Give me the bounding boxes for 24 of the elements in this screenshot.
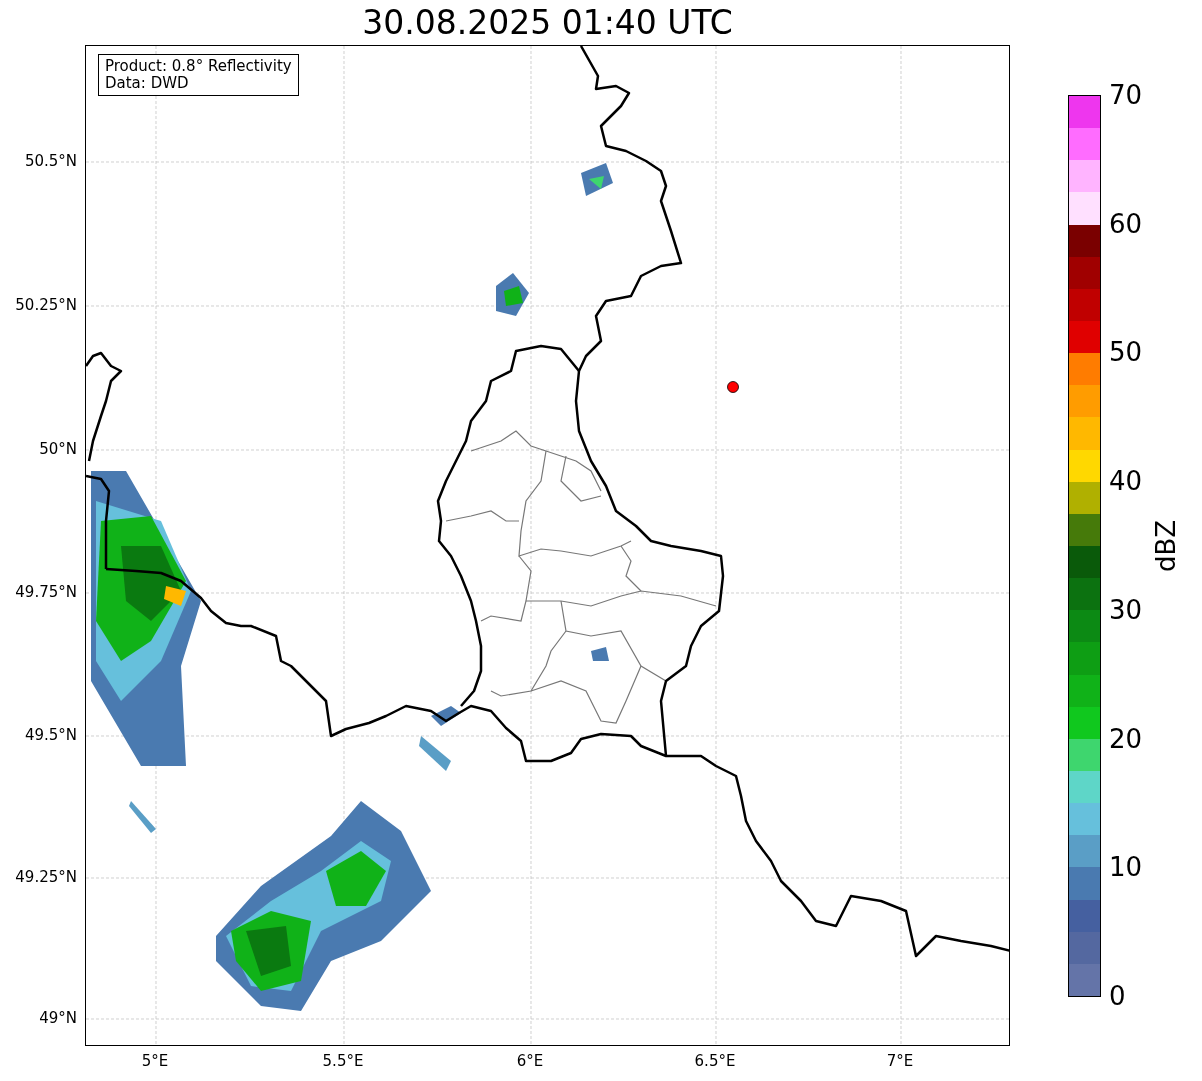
info-text: Data: DWD <box>105 75 190 92</box>
info-text: Product: 0.8° Reflectivity <box>105 58 292 75</box>
longitude-label: 6°E <box>516 1052 544 1070</box>
latitude-label: 50.25°N <box>15 296 77 314</box>
latitude-label: 49.5°N <box>24 726 77 744</box>
colorbar-label: 20 <box>1109 723 1143 754</box>
colorbar-label: 60 <box>1109 208 1143 239</box>
colorbar-label: 50 <box>1109 337 1143 368</box>
colorbar-label: 40 <box>1109 466 1143 497</box>
latitude-label: 50.5°N <box>24 152 77 170</box>
latitude-label: 49°N <box>39 1009 77 1027</box>
colorbar-label: 0 <box>1109 981 1126 1011</box>
latitude-label: 49.25°N <box>15 868 77 886</box>
longitude-label: 7°E <box>886 1052 914 1070</box>
colorbar-label: 30 <box>1109 594 1143 625</box>
colorbar-label: 70 <box>1109 80 1143 110</box>
longitude-label: 6.5°E <box>694 1052 736 1070</box>
latitude-label: 50°N <box>39 440 77 458</box>
latitude-label: 49.75°N <box>15 583 77 601</box>
chart-title: 30.08.2025 01:40 UTC <box>362 2 733 44</box>
longitude-label: 5.5°E <box>322 1052 364 1070</box>
longitude-label: 5°E <box>141 1052 169 1070</box>
colorbar-label: 10 <box>1109 852 1143 883</box>
colorbar-title: dBZ <box>1151 519 1181 573</box>
